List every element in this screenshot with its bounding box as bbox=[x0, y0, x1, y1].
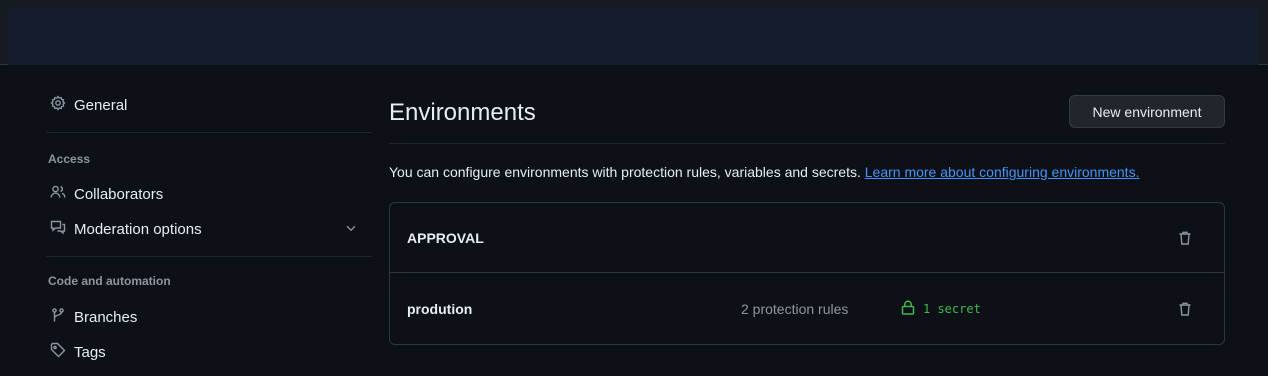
sidebar-divider bbox=[46, 132, 372, 133]
sidebar-section-access: Access bbox=[48, 152, 91, 166]
sidebar-item-label: General bbox=[74, 96, 128, 114]
trash-icon[interactable] bbox=[1177, 301, 1193, 317]
header-band bbox=[8, 8, 1258, 65]
top-header bbox=[0, 0, 1268, 65]
sidebar-item-label: Tags bbox=[74, 343, 106, 361]
sidebar-item-general[interactable]: General bbox=[38, 91, 372, 119]
description: You can configure environments with prot… bbox=[389, 164, 1139, 180]
branch-icon bbox=[50, 307, 66, 327]
sidebar-item-label: Collaborators bbox=[74, 185, 164, 203]
environment-name-link[interactable]: prodution bbox=[407, 301, 472, 317]
environment-row: APPROVAL bbox=[390, 203, 1224, 273]
environment-name-link[interactable]: APPROVAL bbox=[407, 230, 484, 246]
page-title: Environments bbox=[389, 99, 536, 126]
sidebar-item-label: Branches bbox=[74, 308, 138, 326]
sidebar-section-code: Code and automation bbox=[48, 274, 171, 288]
sidebar-divider bbox=[46, 256, 372, 257]
protection-rules-count: 2 protection rules bbox=[741, 301, 849, 317]
secrets-count: 1 secret bbox=[901, 300, 981, 318]
environment-row: prodution 2 protection rules 1 secret bbox=[390, 274, 1224, 344]
title-divider bbox=[389, 143, 1225, 144]
sidebar-item-tags[interactable]: Tags bbox=[38, 338, 372, 366]
new-environment-button[interactable]: New environment bbox=[1069, 95, 1225, 128]
trash-icon[interactable] bbox=[1177, 230, 1193, 246]
comment-icon bbox=[50, 219, 66, 239]
learn-more-link[interactable]: Learn more about configuring environment… bbox=[865, 164, 1140, 180]
tag-icon bbox=[50, 342, 66, 362]
chevron-down-icon[interactable] bbox=[344, 221, 358, 239]
environments-list: APPROVAL prodution 2 protection rules 1 … bbox=[389, 202, 1225, 345]
secrets-label: 1 secret bbox=[923, 302, 981, 316]
sidebar-item-label: Moderation options bbox=[74, 220, 202, 238]
sidebar-item-branches[interactable]: Branches bbox=[38, 303, 372, 331]
people-icon bbox=[50, 184, 66, 204]
gear-icon bbox=[50, 95, 66, 115]
description-text: You can configure environments with prot… bbox=[389, 164, 861, 180]
sidebar-item-moderation[interactable]: Moderation options bbox=[38, 215, 372, 243]
sidebar-item-collaborators[interactable]: Collaborators bbox=[38, 180, 372, 208]
lock-icon bbox=[901, 300, 915, 318]
